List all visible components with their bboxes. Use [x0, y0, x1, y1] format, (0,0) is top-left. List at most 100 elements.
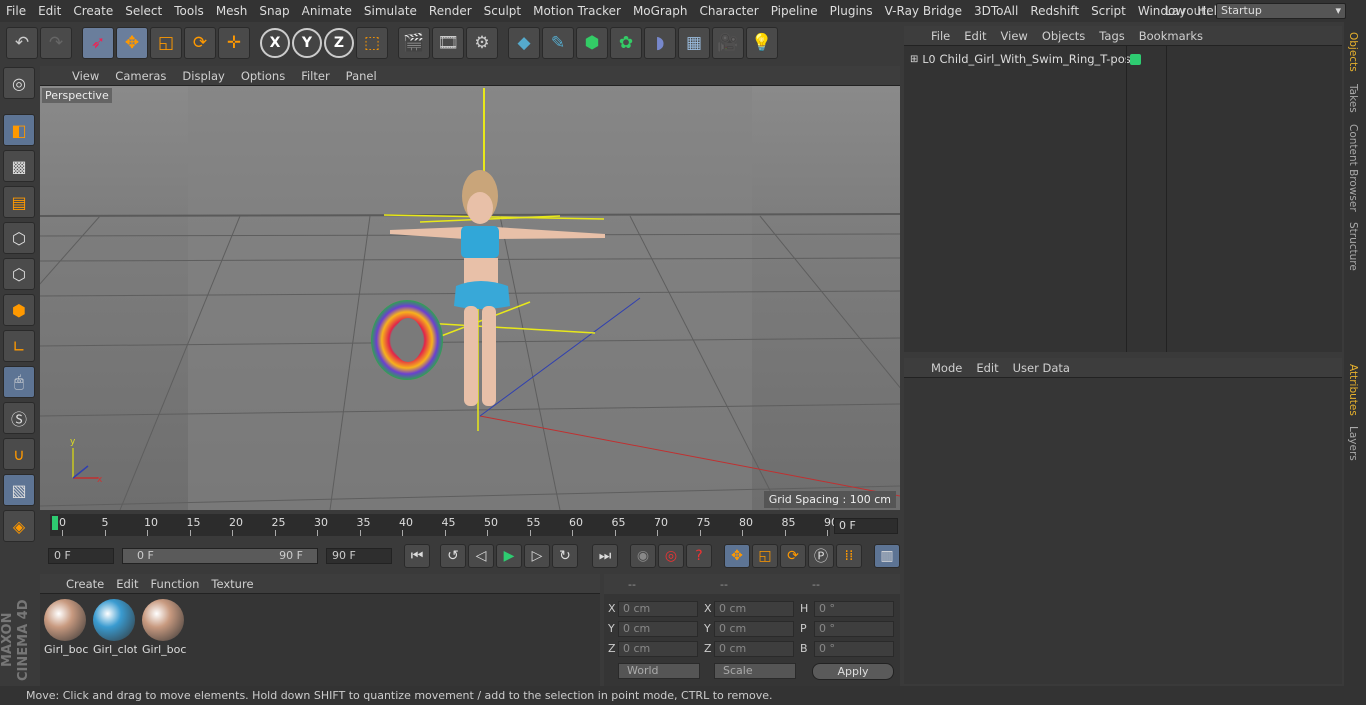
current-frame-field[interactable]: 0 F: [834, 518, 898, 534]
menu-script[interactable]: Script: [1085, 4, 1132, 18]
tab-objects[interactable]: Objects: [1347, 32, 1359, 72]
menu-edit[interactable]: Edit: [32, 4, 67, 18]
layout-dropdown[interactable]: Startup: [1216, 3, 1346, 19]
tab-structure[interactable]: Structure: [1347, 222, 1359, 271]
coord-field[interactable]: 0 cm: [714, 621, 794, 637]
goto-end-icon[interactable]: ⏭: [592, 544, 618, 568]
camera-icon[interactable]: 🎥: [712, 27, 744, 59]
planar-workplane-icon[interactable]: ◈: [3, 510, 35, 542]
tweak-mode-icon[interactable]: 🖱: [3, 366, 35, 398]
axis-mode-icon[interactable]: ∟: [3, 330, 35, 362]
menu-simulate[interactable]: Simulate: [358, 4, 423, 18]
apply-button[interactable]: Apply: [812, 663, 894, 680]
model-mode-icon[interactable]: ◧: [3, 114, 35, 146]
object-menu-edit[interactable]: Edit: [957, 29, 993, 43]
viewport[interactable]: y x Perspective Grid Spacing : 100 cm: [40, 86, 900, 510]
redo-icon[interactable]: ↷: [40, 27, 72, 59]
next-key-icon[interactable]: ↻: [552, 544, 578, 568]
menu-tools[interactable]: Tools: [168, 4, 210, 18]
coord-field[interactable]: 0 °: [814, 621, 894, 637]
object-name[interactable]: Child_Girl_With_Swim_Ring_T-pose: [940, 52, 1138, 66]
coord-field[interactable]: 0 cm: [714, 641, 794, 657]
deformer-icon[interactable]: ◗: [644, 27, 676, 59]
live-select-icon[interactable]: ➶: [82, 27, 114, 59]
attribute-menu-mode[interactable]: Mode: [924, 361, 969, 375]
move-icon[interactable]: ✥: [116, 27, 148, 59]
texture-mode-icon[interactable]: ▩: [3, 150, 35, 182]
y-axis-icon[interactable]: Y: [292, 28, 322, 58]
material-item[interactable]: Girl_boc: [44, 599, 88, 656]
z-axis-icon[interactable]: Z: [324, 28, 354, 58]
menu-mesh[interactable]: Mesh: [210, 4, 254, 18]
menu-render[interactable]: Render: [423, 4, 478, 18]
world-dropdown[interactable]: World: [618, 663, 700, 679]
menu-mograph[interactable]: MoGraph: [627, 4, 694, 18]
render-view-icon[interactable]: 🎬: [398, 27, 430, 59]
object-row[interactable]: ⊞ L0 Child_Girl_With_Swim_Ring_T-pose: [910, 52, 1138, 66]
menu-character[interactable]: Character: [693, 4, 764, 18]
snap-icon[interactable]: ∪: [3, 438, 35, 470]
attribute-menu-user-data[interactable]: User Data: [1006, 361, 1077, 375]
keyframe-selection-icon[interactable]: ?: [686, 544, 712, 568]
record-keys-icon[interactable]: ◉: [630, 544, 656, 568]
goto-start-icon[interactable]: ⏮: [404, 544, 430, 568]
viewport-menu-view[interactable]: View: [64, 69, 107, 83]
play-icon[interactable]: ▶: [496, 544, 522, 568]
viewport-menu-cameras[interactable]: Cameras: [107, 69, 174, 83]
transform-icon[interactable]: ✛: [218, 27, 250, 59]
attribute-menu-edit[interactable]: Edit: [969, 361, 1005, 375]
key-param-icon[interactable]: Ⓟ: [808, 544, 834, 568]
material-menu-function[interactable]: Function: [145, 577, 206, 591]
render-settings-icon[interactable]: ⚙: [466, 27, 498, 59]
coord-field[interactable]: 0 cm: [618, 621, 698, 637]
range-slider[interactable]: 0 F 90 F: [122, 548, 318, 564]
menu-v-ray-bridge[interactable]: V-Ray Bridge: [879, 4, 968, 18]
timeline[interactable]: 0 5 10 15 20 25 30 35 40 45 50 55 60 65 70 75 80 85 90 0 F: [40, 512, 900, 540]
key-position-icon[interactable]: ✥: [724, 544, 750, 568]
tab-layers[interactable]: Layers: [1347, 426, 1359, 461]
object-menu-file[interactable]: File: [924, 29, 957, 43]
menu-motion-tracker[interactable]: Motion Tracker: [527, 4, 627, 18]
timeline-ruler[interactable]: 0 5 10 15 20 25 30 35 40 45 50 55 60 65 70 75 80 85 90: [50, 514, 838, 536]
expand-icon[interactable]: ⊞: [910, 54, 918, 65]
menu-file[interactable]: File: [0, 4, 32, 18]
render-picture-viewer-icon[interactable]: 🎞: [432, 27, 464, 59]
make-editable-icon[interactable]: ◎: [3, 67, 35, 99]
tab-attributes[interactable]: Attributes: [1347, 364, 1359, 416]
timeline-window-icon[interactable]: ▥: [874, 544, 900, 568]
coord-field[interactable]: 0 cm: [618, 641, 698, 657]
menu-sculpt[interactable]: Sculpt: [478, 4, 527, 18]
menu-snap[interactable]: Snap: [253, 4, 295, 18]
object-menu-tags[interactable]: Tags: [1092, 29, 1131, 43]
visibility-tag-icon[interactable]: [1130, 54, 1141, 65]
coord-field[interactable]: 0 cm: [714, 601, 794, 617]
cube-icon[interactable]: ◆: [508, 27, 540, 59]
object-menu-view[interactable]: View: [994, 29, 1035, 43]
menu-pipeline[interactable]: Pipeline: [765, 4, 824, 18]
object-menu-bookmarks[interactable]: Bookmarks: [1132, 29, 1210, 43]
end-frame-field[interactable]: 90 F: [326, 548, 392, 564]
undo-icon[interactable]: ↶: [6, 27, 38, 59]
material-menu-texture[interactable]: Texture: [205, 577, 259, 591]
menu-select[interactable]: Select: [119, 4, 168, 18]
menu-create[interactable]: Create: [67, 4, 119, 18]
material-item[interactable]: Girl_boc: [142, 599, 186, 656]
key-pla-icon[interactable]: ⁞⁞: [836, 544, 862, 568]
coord-field[interactable]: 0 °: [814, 601, 894, 617]
scale-dropdown[interactable]: Scale: [714, 663, 796, 679]
viewport-menu-panel[interactable]: Panel: [338, 69, 385, 83]
workplane-lock-icon[interactable]: ▧: [3, 474, 35, 506]
viewport-menu-display[interactable]: Display: [174, 69, 232, 83]
coordinate-system-icon[interactable]: ⬚: [356, 27, 388, 59]
tab-content-browser[interactable]: Content Browser: [1347, 124, 1359, 212]
x-axis-icon[interactable]: X: [260, 28, 290, 58]
solo-icon[interactable]: Ⓢ: [3, 402, 35, 434]
coord-field[interactable]: 0 cm: [618, 601, 698, 617]
light-icon[interactable]: 💡: [746, 27, 778, 59]
points-mode-icon[interactable]: ⬡: [3, 222, 35, 254]
viewport-menu-options[interactable]: Options: [233, 69, 293, 83]
polygons-mode-icon[interactable]: ⬢: [3, 294, 35, 326]
menu-redshift[interactable]: Redshift: [1024, 4, 1085, 18]
rotate-icon[interactable]: ⟳: [184, 27, 216, 59]
playhead[interactable]: [52, 516, 58, 530]
